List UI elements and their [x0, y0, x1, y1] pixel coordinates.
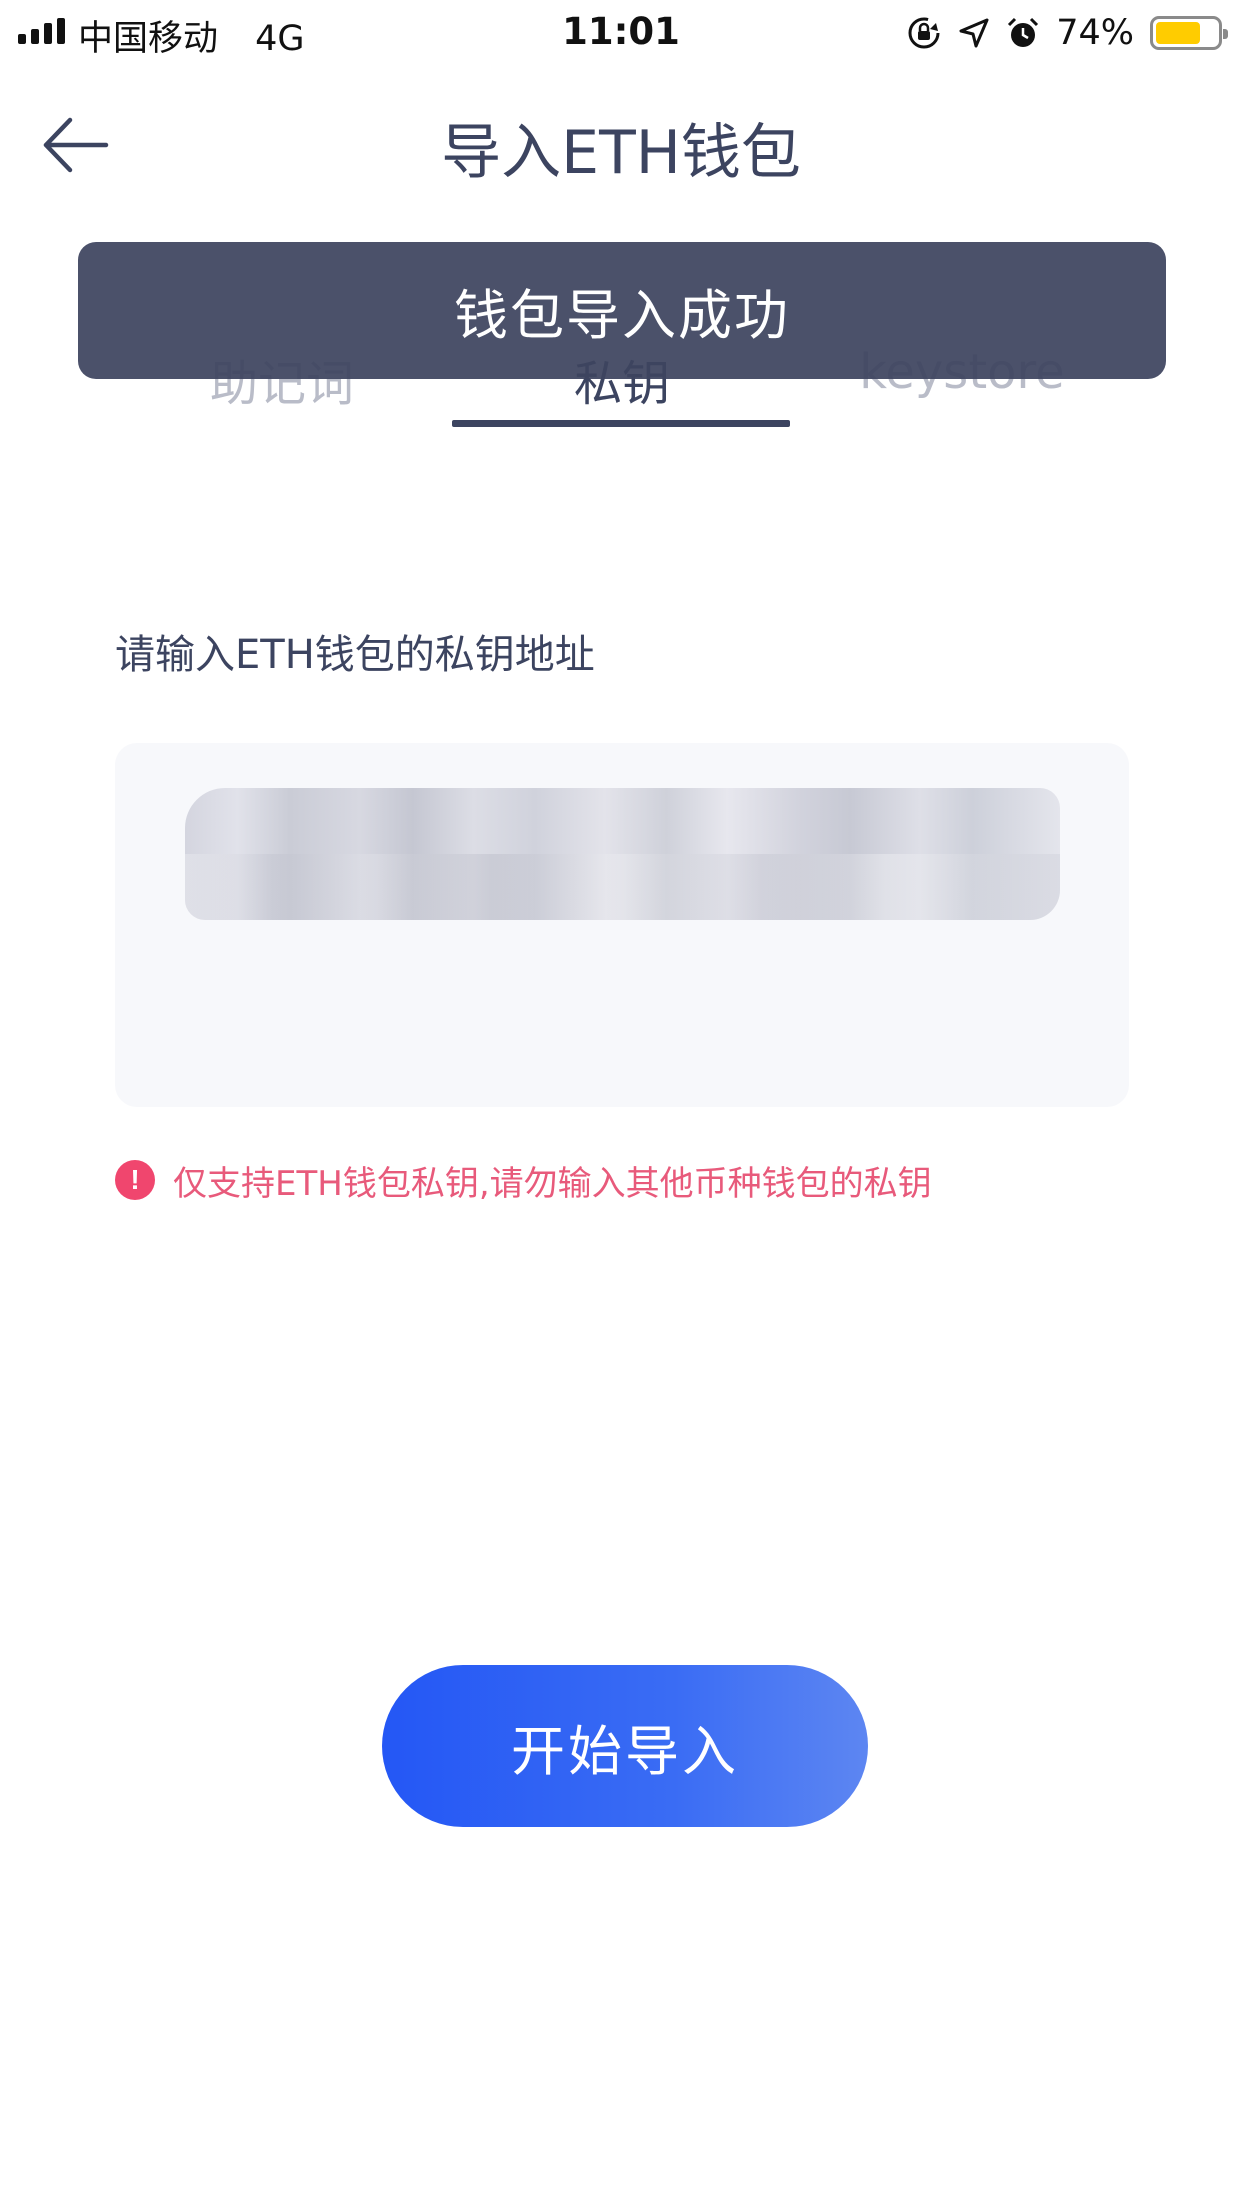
alarm-clock-icon — [1008, 17, 1039, 47]
warning-text: 仅支持ETH钱包私钥,请勿输入其他币种钱包的私钥 — [173, 1163, 932, 1204]
toast-message: 钱包导入成功 — [454, 284, 790, 347]
battery-tip — [1223, 29, 1228, 39]
battery-percent: 74% — [1056, 13, 1134, 53]
active-tab-indicator — [452, 420, 790, 427]
orientation-lock-icon — [908, 17, 940, 49]
private-key-instruction: 请输入ETH钱包的私钥地址 — [115, 632, 595, 678]
start-import-button[interactable]: 开始导入 — [382, 1665, 868, 1827]
exclamation-circle-icon: ! — [115, 1160, 155, 1200]
redacted-private-key — [185, 788, 1060, 920]
page-title: 导入ETH钱包 — [441, 118, 801, 188]
success-toast: 钱包导入成功 — [78, 242, 1166, 379]
warning-message: ! 仅支持ETH钱包私钥,请勿输入其他币种钱包的私钥 — [115, 1158, 932, 1204]
battery-fill — [1156, 22, 1201, 44]
battery-icon — [1150, 16, 1228, 50]
location-arrow-icon — [959, 18, 989, 48]
status-bar: 中国移动 4G 11:01 74% — [0, 0, 1242, 66]
status-icons: 74% — [906, 8, 1228, 58]
